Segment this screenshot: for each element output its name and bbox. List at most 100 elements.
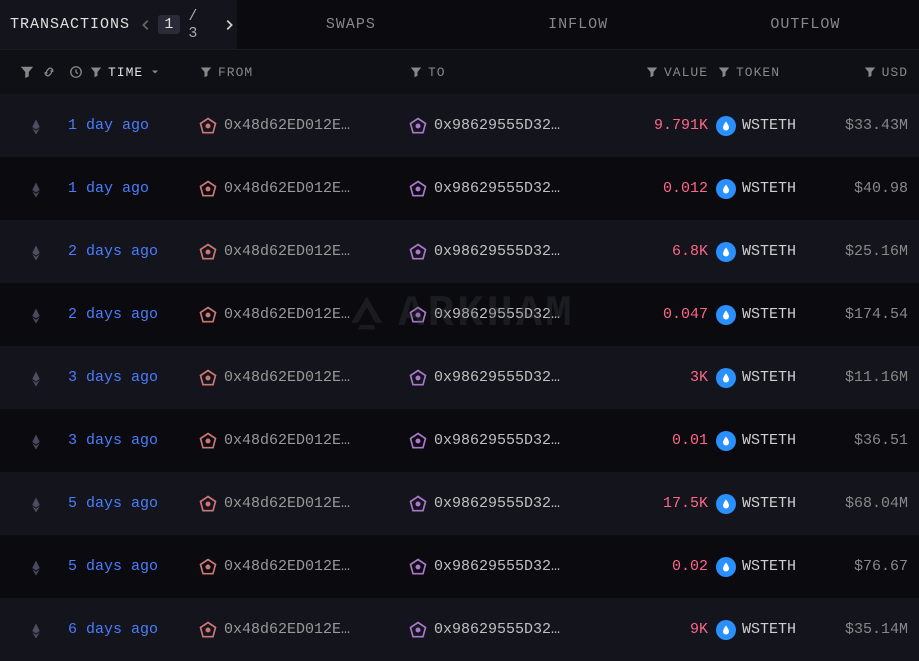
to-address-icon [408,431,428,451]
table-row[interactable]: 1 day ago0x48d62ED012E…0x98629555D32…0.0… [0,157,919,220]
to-address[interactable]: 0x98629555D32… [434,243,560,260]
usd-value: $40.98 [854,180,908,197]
to-address[interactable]: 0x98629555D32… [434,117,560,134]
time-link[interactable]: 1 day ago [68,180,149,197]
header-value[interactable]: VALUE [618,64,708,80]
header-time[interactable]: TIME [68,64,198,80]
value-amount: 9K [690,621,708,638]
header-usd-label: USD [882,65,908,80]
token-symbol[interactable]: WSTETH [742,180,796,197]
filter-chain-icon[interactable] [19,64,35,80]
table-row[interactable]: 5 days ago0x48d62ED012E…0x98629555D32…17… [0,472,919,535]
time-link[interactable]: 2 days ago [68,306,158,323]
from-address-icon [198,431,218,451]
token-icon [716,116,736,136]
filter-icon [198,64,214,80]
pager-prev[interactable] [138,15,154,35]
header-token[interactable]: TOKEN [708,64,808,80]
to-address-icon [408,557,428,577]
table-row[interactable]: 2 days ago 0x48d62ED012E… 0x98629555D32… 6.… [0,220,919,283]
time-link[interactable]: 5 days ago [68,495,158,512]
token-symbol[interactable]: WSTETH [742,369,796,386]
from-address-icon [198,557,218,577]
from-address-icon [198,179,218,199]
ethereum-icon [31,182,45,196]
time-link[interactable]: 2 days ago [68,243,158,260]
filter-icon [408,64,424,80]
to-address[interactable]: 0x98629555D32… [434,369,560,386]
from-address[interactable]: 0x48d62ED012E… [224,558,350,575]
usd-value: $11.16M [845,369,908,386]
pager-total-pages: / 3 [184,8,217,42]
filter-icon [862,64,878,80]
to-address-icon [408,494,428,514]
value-amount: 0.01 [672,432,708,449]
header-from[interactable]: FROM [198,64,408,80]
to-address[interactable]: 0x98629555D32… [434,621,560,638]
tab-inflow[interactable]: INFLOW [465,0,692,49]
token-icon [716,494,736,514]
to-address[interactable]: 0x98629555D32… [434,495,560,512]
table-row[interactable]: 2 days ago0x48d62ED012E…0x98629555D32…0.… [0,283,919,346]
to-address[interactable]: 0x98629555D32… [434,306,560,323]
token-symbol[interactable]: WSTETH [742,432,796,449]
table-row[interactable]: 5 days ago0x48d62ED012E…0x98629555D32…0.… [0,535,919,598]
from-address[interactable]: 0x48d62ED012E… [224,369,350,386]
value-amount: 9.791K [654,117,708,134]
usd-value: $68.04M [845,495,908,512]
token-symbol[interactable]: WSTETH [742,117,796,134]
from-address-icon [198,620,218,640]
time-link[interactable]: 3 days ago [68,432,158,449]
filter-icon [716,64,732,80]
token-icon [716,620,736,640]
from-address[interactable]: 0x48d62ED012E… [224,180,350,197]
tab-outflow[interactable]: OUTFLOW [692,0,919,49]
header-to[interactable]: TO [408,64,618,80]
tab-transactions[interactable]: TRANSACTIONS 1 / 3 [0,0,237,49]
from-address[interactable]: 0x48d62ED012E… [224,243,350,260]
to-address-icon [408,620,428,640]
table-row[interactable]: 6 days ago 0x48d62ED012E… 0x98629555D32… 9K… [0,598,919,661]
token-symbol[interactable]: WSTETH [742,621,796,638]
usd-value: $33.43M [845,117,908,134]
to-address[interactable]: 0x98629555D32… [434,180,560,197]
pager-current-page: 1 [158,15,180,34]
token-symbol[interactable]: WSTETH [742,243,796,260]
from-address-icon [198,494,218,514]
time-link[interactable]: 5 days ago [68,558,158,575]
time-link[interactable]: 3 days ago [68,369,158,386]
ethereum-icon [31,497,45,511]
to-address[interactable]: 0x98629555D32… [434,432,560,449]
token-symbol[interactable]: WSTETH [742,495,796,512]
to-address[interactable]: 0x98629555D32… [434,558,560,575]
to-address-icon [408,305,428,325]
to-address-icon [408,368,428,388]
from-address[interactable]: 0x48d62ED012E… [224,306,350,323]
to-address-icon [408,179,428,199]
ethereum-icon [31,371,45,385]
from-address[interactable]: 0x48d62ED012E… [224,621,350,638]
token-icon [716,305,736,325]
from-address[interactable]: 0x48d62ED012E… [224,117,350,134]
clock-icon [68,64,84,80]
header-time-label: TIME [108,65,143,80]
table-row[interactable]: 1 day ago 0x48d62ED012E… 0x98629555D32… 9.7… [0,94,919,157]
ethereum-icon [31,308,45,322]
usd-value: $174.54 [845,306,908,323]
tab-swaps[interactable]: SWAPS [237,0,464,49]
token-symbol[interactable]: WSTETH [742,558,796,575]
from-address[interactable]: 0x48d62ED012E… [224,495,350,512]
header-usd[interactable]: USD [808,64,908,80]
time-link[interactable]: 6 days ago [68,621,158,638]
token-symbol[interactable]: WSTETH [742,306,796,323]
table-row[interactable]: 3 days ago 0x48d62ED012E… 0x98629555D32… 0.… [0,409,919,472]
table-row[interactable]: 3 days ago0x48d62ED012E…0x98629555D32…3K… [0,346,919,409]
link-icon[interactable] [41,64,57,80]
time-link[interactable]: 1 day ago [68,117,149,134]
pager-next[interactable] [221,15,237,35]
to-address-icon [408,116,428,136]
tab-swaps-label: SWAPS [326,16,376,33]
value-amount: 6.8K [672,243,708,260]
token-icon [716,368,736,388]
from-address[interactable]: 0x48d62ED012E… [224,432,350,449]
